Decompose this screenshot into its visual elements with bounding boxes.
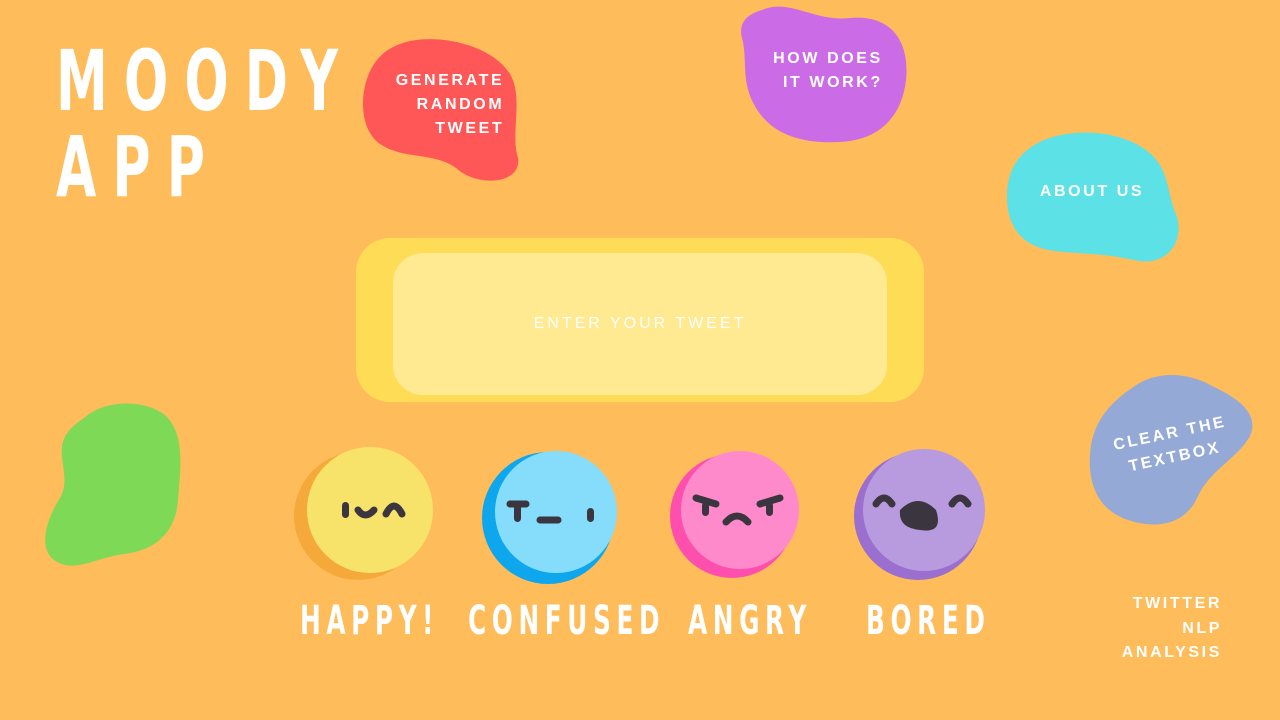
how-does-it-work-button[interactable]: HOW DOES IT WORK? [740,4,908,144]
mood-label-confused[interactable]: CONFUSED [468,598,665,644]
how-does-it-work-label: HOW DOES IT WORK? [773,50,883,91]
bored-face-icon[interactable] [854,448,988,582]
footer-caption: TWITTER NLP ANALYSIS [1122,592,1222,666]
app-title-line1: MOODY [56,32,355,130]
footer-line-nlp: NLP [1182,619,1222,637]
about-us-label: ABOUT US [1039,183,1145,200]
mood-label-bored[interactable]: BORED [866,598,991,644]
happy-face-icon[interactable] [294,444,436,586]
about-us-button[interactable]: ABOUT US [1006,130,1180,264]
tweet-input-container [356,238,924,402]
mood-label-angry[interactable]: ANGRY [688,598,812,644]
green-decor-blob [45,403,181,566]
app-title: MOODY APP [56,38,354,210]
confused-face-icon[interactable] [482,446,622,586]
app-title-line2: APP [56,118,222,216]
generate-random-tweet-label: GENERATE RANDOM TWEET [395,72,505,137]
footer-line-twitter: TWITTER [1132,595,1222,612]
clear-textbox-button[interactable]: CLEAR THE TEXTBOX [1088,374,1254,528]
angry-face-icon[interactable] [670,448,804,582]
footer-line-analysis: ANALYSIS [1121,644,1222,661]
mood-label-happy[interactable]: HAPPY! [300,598,439,644]
tweet-input[interactable] [393,253,887,395]
generate-random-tweet-button[interactable]: GENERATE RANDOM TWEET [360,36,520,184]
